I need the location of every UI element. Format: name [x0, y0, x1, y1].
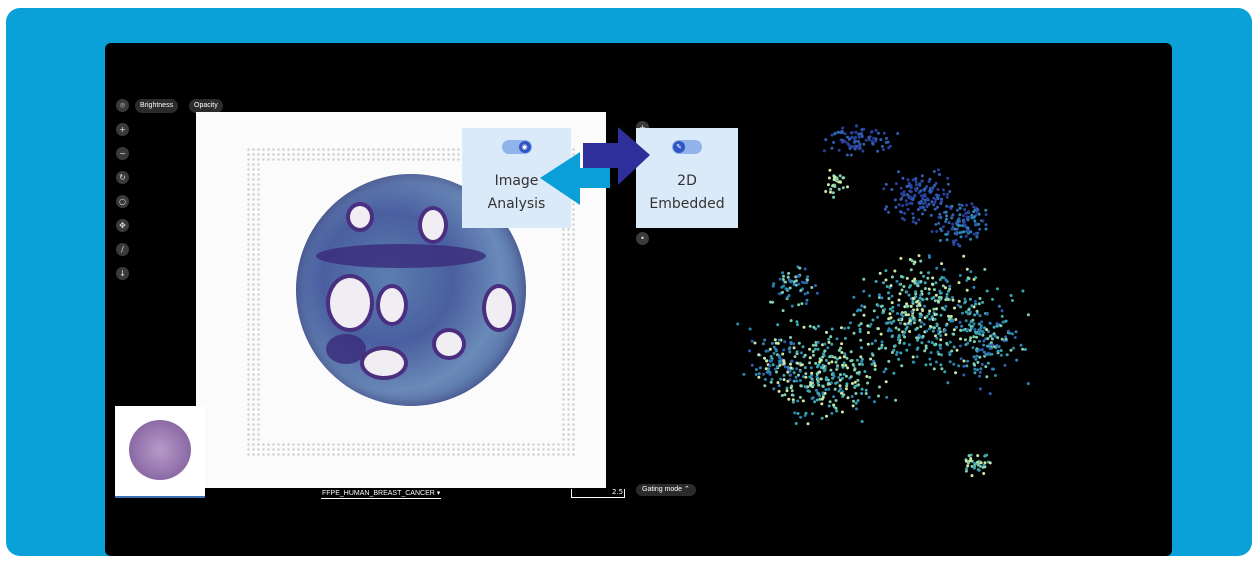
- direction-arrows: [540, 127, 650, 205]
